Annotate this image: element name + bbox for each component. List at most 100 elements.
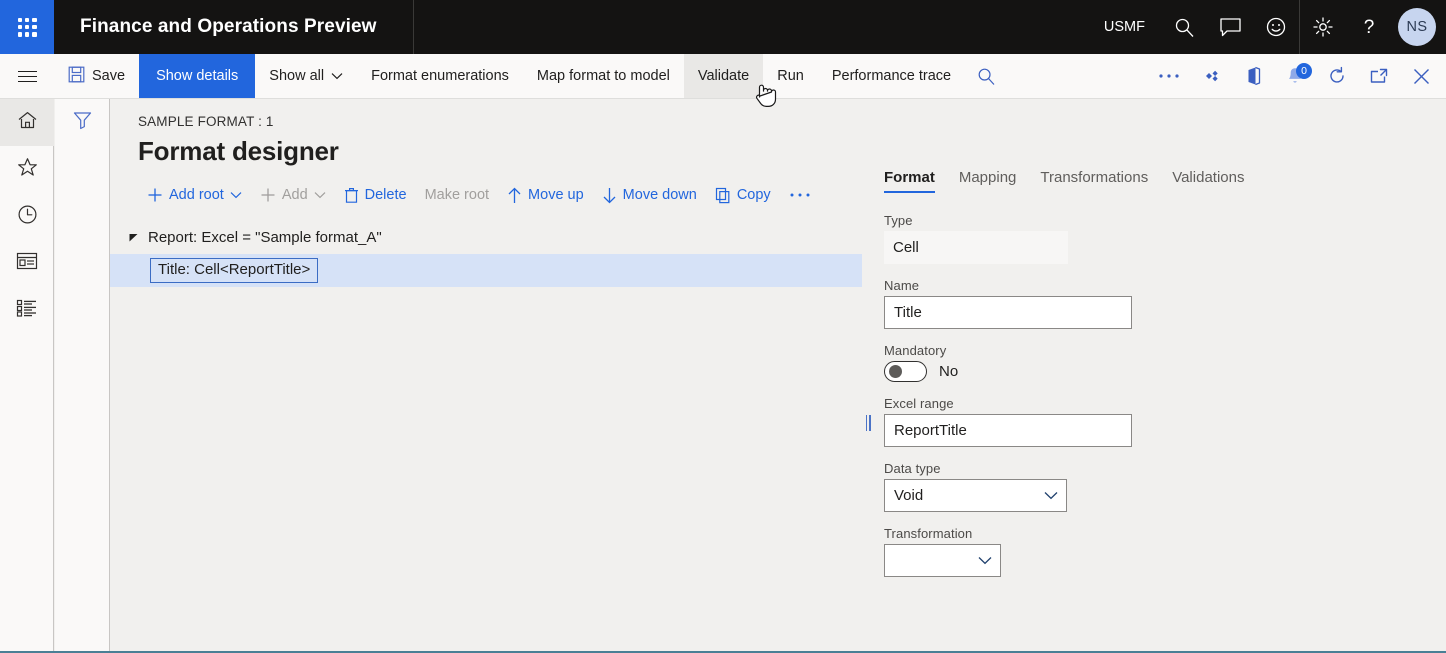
mandatory-toggle[interactable] [884, 361, 927, 382]
save-label: Save [92, 68, 126, 84]
transformation-select[interactable] [884, 544, 1001, 577]
tab-validations[interactable]: Validations [1166, 169, 1262, 193]
mandatory-toggle-row: No [884, 361, 1446, 382]
run-label: Run [777, 68, 804, 84]
move-down-button[interactable]: Move down [593, 183, 706, 208]
performance-trace-label: Performance trace [831, 68, 952, 84]
gear-icon[interactable] [1300, 0, 1346, 54]
filter-column [55, 99, 110, 652]
save-disk-icon [68, 66, 85, 87]
pane-splitter[interactable] [862, 213, 874, 633]
properties-pane: Format Mapping Transformations Validatio… [874, 169, 1446, 633]
topbar-divider [412, 0, 414, 54]
data-type-select[interactable]: Void [884, 479, 1067, 512]
map-format-to-model-button[interactable]: Map format to model [523, 54, 684, 98]
tree-row[interactable]: Report: Excel = "Sample format_A" [110, 221, 862, 254]
clock-icon [17, 204, 38, 230]
topbar-right-group: USMF ? NS [1088, 0, 1446, 54]
format-enumerations-button[interactable]: Format enumerations [357, 54, 523, 98]
filter-button[interactable] [55, 99, 110, 145]
open-in-office-icon[interactable] [1232, 54, 1274, 98]
command-bar: Save Show details Show all Format enumer… [0, 54, 1446, 99]
plus-icon [260, 187, 276, 203]
arrow-down-icon [602, 187, 617, 204]
sidebar-item-recent[interactable] [0, 193, 54, 240]
data-type-select-wrap: Void [884, 479, 1067, 512]
field-transformation: Transformation [884, 526, 1446, 577]
help-question-icon[interactable]: ? [1346, 0, 1392, 54]
search-icon[interactable] [965, 54, 1007, 98]
close-icon[interactable] [1400, 54, 1442, 98]
popout-window-icon[interactable] [1358, 54, 1400, 98]
top-app-bar: Finance and Operations Preview USMF ? NS [0, 0, 1446, 54]
save-button[interactable]: Save [54, 54, 139, 98]
data-type-label: Data type [884, 461, 941, 476]
chevron-down-icon [331, 68, 343, 84]
more-actions-button[interactable] [780, 188, 820, 202]
chevron-down-icon [230, 191, 242, 199]
format-tree: Report: Excel = "Sample format_A" Title:… [110, 213, 862, 633]
chevron-down-icon [314, 191, 326, 199]
tab-format[interactable]: Format [884, 169, 953, 193]
main-content: SAMPLE FORMAT : 1 Format designer Add ro… [110, 99, 1446, 652]
company-selector[interactable]: USMF [1088, 19, 1161, 35]
delete-label: Delete [364, 187, 407, 203]
arrow-up-icon [507, 187, 522, 204]
validate-button[interactable]: Validate [683, 54, 764, 98]
field-type: Type [884, 213, 1446, 264]
tree-node-label: Report: Excel = "Sample format_A" [148, 229, 382, 246]
show-all-button[interactable]: Show all [255, 54, 357, 98]
tab-mapping[interactable]: Mapping [953, 169, 1035, 193]
splitter-grip-icon [865, 415, 871, 431]
sidebar-item-favorites[interactable] [0, 146, 54, 193]
mandatory-value: No [939, 363, 959, 380]
add-root-button[interactable]: Add root [138, 183, 251, 207]
add-label: Add [281, 187, 308, 203]
triangle-expanded-icon[interactable] [122, 232, 144, 243]
name-label: Name [884, 278, 920, 293]
overflow-ellipsis-icon [789, 192, 811, 198]
list-icon [16, 299, 38, 322]
designer-split: Report: Excel = "Sample format_A" Title:… [110, 169, 1446, 633]
sidebar-item-workspaces[interactable] [0, 240, 54, 287]
hamburger-menu-icon[interactable] [0, 54, 54, 98]
excel-range-input[interactable] [884, 414, 1132, 447]
make-root-button[interactable]: Make root [416, 183, 498, 207]
transformation-select-wrap [884, 544, 1001, 577]
run-button[interactable]: Run [763, 54, 818, 98]
message-icon[interactable] [1207, 0, 1253, 54]
search-icon[interactable] [1161, 0, 1207, 54]
sidebar-item-modules[interactable] [0, 287, 54, 334]
show-details-button[interactable]: Show details [139, 54, 256, 98]
attach-diamond-icon[interactable] [1190, 54, 1232, 98]
format-enumerations-label: Format enumerations [371, 68, 509, 84]
app-launcher-button[interactable] [0, 0, 54, 54]
copy-button[interactable]: Copy [706, 183, 780, 208]
add-root-label: Add root [169, 187, 224, 203]
delete-button[interactable]: Delete [335, 183, 416, 208]
name-input[interactable] [884, 296, 1132, 329]
notifications-bell-icon[interactable]: 0 [1274, 54, 1316, 98]
field-data-type: Data type Void [884, 461, 1446, 512]
transformation-label: Transformation [884, 526, 973, 541]
svg-text:?: ? [1364, 17, 1375, 38]
add-button[interactable]: Add [251, 183, 335, 207]
overflow-ellipsis-icon[interactable] [1148, 54, 1190, 98]
feedback-smiley-icon[interactable] [1253, 0, 1299, 54]
copy-label: Copy [736, 187, 771, 203]
sidebar-item-home[interactable] [0, 99, 54, 146]
make-root-label: Make root [424, 187, 490, 203]
app-title: Finance and Operations Preview [80, 16, 377, 37]
refresh-icon[interactable] [1316, 54, 1358, 98]
tree-row[interactable]: Title: Cell<ReportTitle> [110, 254, 862, 287]
left-nav-rail [0, 99, 54, 652]
command-bar-right-group: 0 [1148, 54, 1446, 98]
tab-transformations[interactable]: Transformations [1034, 169, 1166, 193]
avatar[interactable]: NS [1398, 8, 1436, 46]
type-label: Type [884, 213, 913, 228]
performance-trace-button[interactable]: Performance trace [818, 54, 965, 98]
move-up-button[interactable]: Move up [498, 183, 593, 208]
copy-icon [715, 187, 731, 204]
move-down-label: Move down [622, 187, 697, 203]
properties-tabs: Format Mapping Transformations Validatio… [884, 159, 1446, 193]
